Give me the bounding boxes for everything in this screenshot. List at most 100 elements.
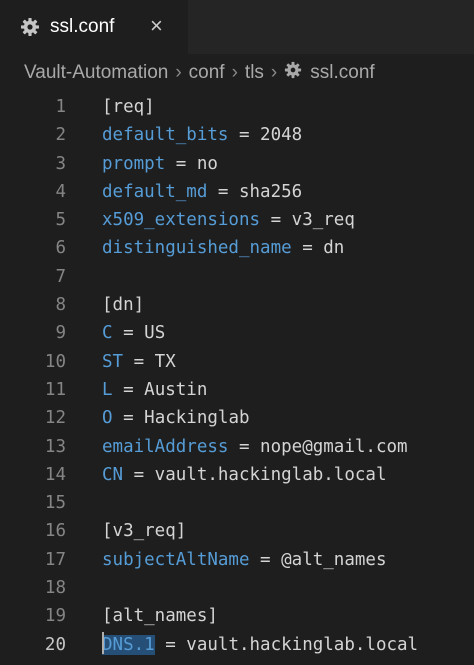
config-value: = vault.hackinglab.local (154, 634, 419, 655)
code-line[interactable]: 5 x509_extensions = v3_req (0, 206, 474, 234)
breadcrumb: Vault-Automation › conf › tls › ssl.conf (0, 55, 474, 91)
tab-label: ssl.conf (50, 16, 115, 37)
close-icon[interactable]: × (150, 14, 163, 38)
code-line[interactable]: 10 ST = TX (0, 348, 474, 376)
code-line[interactable]: 16 [v3_req] (0, 517, 474, 545)
config-value: = US (112, 323, 166, 344)
code-content[interactable]: emailAddress = nope@gmail.com (102, 433, 408, 461)
breadcrumb-item-tls[interactable]: tls (245, 62, 264, 84)
config-value: = dn (291, 238, 345, 259)
code-line[interactable]: 19 [alt_names] (0, 602, 474, 630)
config-key: C (102, 323, 113, 344)
code-line[interactable]: 20 DNS.1 = vault.hackinglab.local (0, 631, 474, 659)
code-line[interactable]: 13 emailAddress = nope@gmail.com (0, 433, 474, 461)
code-line[interactable]: 2 default_bits = 2048 (0, 121, 474, 149)
code-content[interactable]: DNS.1 = vault.hackinglab.local (102, 631, 418, 659)
code-content[interactable]: ST = TX (102, 348, 176, 376)
config-key: L (102, 379, 113, 400)
line-number: 7 (55, 266, 66, 287)
line-number: 4 (55, 181, 66, 202)
line-number: 6 (55, 238, 66, 259)
code-content[interactable]: [v3_req] (102, 517, 186, 545)
line-number: 10 (44, 351, 66, 372)
line-number: 13 (44, 436, 66, 457)
code-content[interactable]: [req] (102, 93, 155, 121)
config-value: = Hackinglab (112, 408, 250, 429)
config-key: default_bits (102, 125, 229, 146)
chevron-right-icon: › (231, 62, 238, 83)
code-content[interactable]: L = Austin (102, 376, 207, 404)
text-cursor (102, 631, 104, 654)
line-number: 17 (44, 549, 66, 570)
breadcrumb-item-ssl-conf[interactable]: ssl.conf (310, 62, 374, 84)
code-line[interactable]: 4 default_md = sha256 (0, 178, 474, 206)
line-number: 1 (55, 97, 66, 117)
line-number: 11 (44, 379, 66, 400)
code-line[interactable]: 15 (0, 489, 474, 517)
line-number: 8 (55, 295, 66, 316)
config-key: subjectAltName (102, 549, 250, 570)
config-key: ST (102, 351, 124, 372)
code-line[interactable]: 3 prompt = no (0, 150, 474, 178)
config-value: = nope@gmail.com (228, 436, 408, 457)
config-key: x509_extensions (102, 210, 261, 231)
code-content[interactable]: subjectAltName = @alt_names (102, 546, 386, 574)
code-line[interactable]: 17 subjectAltName = @alt_names (0, 546, 474, 574)
code-content[interactable]: O = Hackinglab (102, 404, 250, 432)
code-line[interactable]: 6 distinguished_name = dn (0, 234, 474, 262)
config-key: prompt (102, 153, 166, 174)
code-content[interactable]: [alt_names] (102, 602, 218, 630)
code-content[interactable]: default_md = sha256 (102, 178, 302, 206)
code-line[interactable]: 7 (0, 263, 474, 291)
code-line[interactable]: 18 (0, 574, 474, 602)
code-line[interactable]: 9 C = US (0, 319, 474, 347)
config-key: default_md (102, 181, 208, 202)
selected-text: DNS.1 (102, 634, 155, 655)
section-header: [alt_names] (102, 606, 218, 627)
breadcrumb-item-vault-automation[interactable]: Vault-Automation (24, 62, 168, 84)
line-number: 19 (44, 606, 66, 627)
config-value: = Austin (112, 379, 208, 400)
code-content[interactable]: C = US (102, 319, 165, 347)
line-number: 9 (55, 323, 66, 344)
chevron-right-icon: › (175, 62, 182, 83)
tab-bar: ssl.conf × (0, 0, 474, 55)
section-header: [dn] (102, 295, 145, 316)
code-line[interactable]: 14 CN = vault.hackinglab.local (0, 461, 474, 489)
code-content[interactable]: CN = vault.hackinglab.local (102, 461, 386, 489)
code-content[interactable]: [dn] (102, 291, 144, 319)
code-line[interactable]: 8 [dn] (0, 291, 474, 319)
code-content[interactable]: x509_extensions = v3_req (102, 206, 355, 234)
code-editor[interactable]: 1 [req] 2 default_bits = 2048 3 prompt = no 4 d… (0, 91, 474, 659)
config-value: = @alt_names (249, 549, 387, 570)
code-content[interactable]: prompt = no (102, 150, 218, 178)
config-value: = TX (123, 351, 176, 372)
line-number: 5 (55, 210, 66, 231)
line-number: 12 (44, 408, 66, 429)
line-number: 3 (55, 153, 66, 174)
config-key: CN (102, 464, 124, 485)
line-number: 18 (44, 578, 66, 599)
gear-icon (20, 17, 40, 37)
line-number: 15 (44, 493, 66, 514)
config-key: O (102, 408, 113, 429)
tab-ssl-conf[interactable]: ssl.conf × (0, 0, 188, 54)
config-value: = sha256 (207, 181, 303, 202)
chevron-right-icon: › (270, 62, 278, 83)
config-value: = vault.hackinglab.local (123, 464, 387, 485)
breadcrumb-item-conf[interactable]: conf (189, 62, 225, 84)
section-header: [req] (102, 97, 155, 117)
code-line[interactable]: 11 L = Austin (0, 376, 474, 404)
line-number: 20 (44, 634, 66, 655)
config-value: = no (165, 153, 218, 174)
code-content[interactable]: default_bits = 2048 (102, 121, 302, 149)
config-value: = 2048 (228, 125, 303, 146)
config-value: = v3_req (260, 210, 355, 231)
code-content[interactable]: distinguished_name = dn (102, 234, 344, 262)
config-key: emailAddress (102, 436, 229, 457)
line-number: 16 (44, 521, 66, 542)
gear-icon (284, 61, 302, 85)
code-line[interactable]: 1 [req] (0, 93, 474, 121)
code-line[interactable]: 12 O = Hackinglab (0, 404, 474, 432)
config-key: distinguished_name (102, 238, 292, 259)
